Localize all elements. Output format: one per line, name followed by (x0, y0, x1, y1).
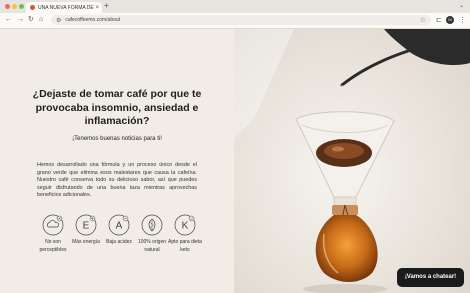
icon-glyph: K (182, 221, 189, 232)
hero-photo-pour-over (234, 29, 470, 293)
benefit-baja-acidez: A Baja acidez (101, 214, 137, 247)
subheadline: ¡Tenemos buenas noticias para ti! (72, 136, 162, 142)
back-icon[interactable]: ← (5, 16, 12, 24)
benefit-origen-natural: 100% origen natural (134, 214, 170, 254)
icon-glyph: E (83, 221, 90, 232)
page-headline: ¿Dejaste de tomar café por que te provoc… (32, 88, 202, 127)
window-maximize-button[interactable] (19, 4, 24, 9)
benefit-label: Más energía (72, 239, 100, 245)
home-icon[interactable]: ⌂ (39, 16, 43, 24)
browser-menu-icon[interactable]: ⋮ (459, 16, 466, 24)
benefit-label: No son perceptibles (39, 239, 67, 253)
browser-tab[interactable]: UNA NUEVA FORMA DE TOMAR CAFÉ × (26, 2, 102, 13)
reload-icon[interactable]: ↻ (28, 16, 34, 24)
forward-icon[interactable]: → (17, 16, 24, 24)
url-text[interactable]: cafecoffeemo.com/about (65, 17, 120, 23)
letter-a-minus-icon: A (108, 214, 130, 236)
cloud-x-icon (42, 214, 64, 236)
letter-e-plus-icon: E (75, 214, 97, 236)
site-info-icon[interactable]: ⚙ (56, 17, 61, 24)
tab-bar: UNA NUEVA FORMA DE TOMAR CAFÉ × + ⌄ (0, 0, 470, 13)
browser-toolbar: ← → ↻ ⌂ ⚙ cafecoffeemo.com/about ☆ ⊏ M ⋮ (0, 13, 470, 29)
window-close-button[interactable] (5, 4, 10, 9)
new-tab-button[interactable]: + (104, 1, 109, 10)
leaf-icon (141, 214, 163, 236)
address-bar[interactable]: ⚙ cafecoffeemo.com/about ☆ (51, 15, 431, 25)
benefit-label: 100% origen natural (137, 239, 167, 253)
benefit-no-perceptibles: No son perceptibles (35, 214, 71, 254)
benefit-keto: K Apto para dieta keto (167, 214, 203, 254)
benefit-label: Baja acidez (106, 239, 132, 245)
icon-glyph: A (116, 221, 123, 232)
chat-button[interactable]: ¡Vamos a chatear! (397, 268, 464, 287)
tab-list-icon[interactable]: ⌄ (459, 2, 464, 9)
benefit-mas-energia: E Más energía (68, 214, 104, 247)
tab-title: UNA NUEVA FORMA DE TOMAR CAFÉ (38, 4, 95, 11)
window-minimize-button[interactable] (12, 4, 17, 9)
cast-icon[interactable]: ⊏ (436, 16, 442, 24)
letter-k-check-icon: K (174, 214, 196, 236)
close-tab-icon[interactable]: × (95, 5, 99, 11)
description-paragraph: Hemos desarrollado una fórmula y un proc… (37, 162, 197, 199)
bookmark-star-icon[interactable]: ☆ (420, 16, 426, 24)
profile-avatar[interactable]: M (446, 16, 454, 24)
benefit-label: Apto para dieta keto (168, 239, 202, 253)
site-favicon-icon (30, 5, 35, 10)
